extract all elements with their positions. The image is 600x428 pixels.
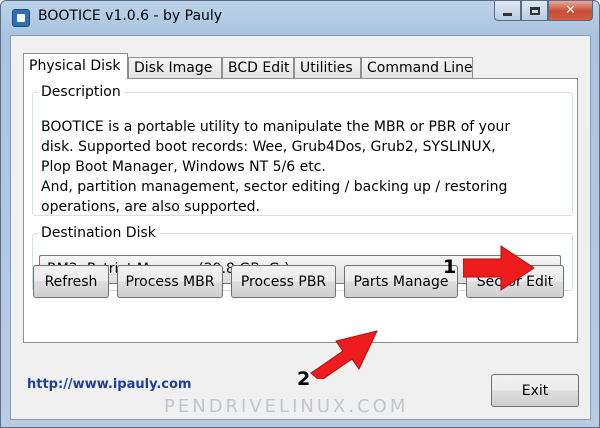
website-link[interactable]: http://www.ipauly.com — [27, 377, 191, 392]
annotation-arrow-2 — [310, 330, 378, 379]
destination-disk-legend: Destination Disk — [41, 225, 156, 241]
tab-utilities[interactable]: Utilities — [294, 57, 361, 78]
close-icon: ✕ — [565, 3, 576, 18]
parts-manage-button[interactable]: Parts Manage — [344, 265, 458, 298]
minimize-button[interactable] — [494, 1, 521, 21]
tab-physical-disk[interactable]: Physical Disk — [23, 53, 128, 79]
annotation-marker-1: 1 — [443, 256, 457, 278]
watermark: PENDRIVELINUX.COM — [164, 396, 409, 417]
annotation-arrow-1 — [463, 245, 535, 291]
maximize-button[interactable] — [521, 1, 548, 21]
annotation-arrow-2-shape — [310, 330, 378, 379]
annotation-arrow-1-shape — [463, 245, 535, 291]
window-client-area: Physical Disk Disk Image BCD Edit Utilit… — [10, 35, 591, 420]
description-text: BOOTICE is a portable utility to manipul… — [41, 117, 561, 217]
bootice-app-icon — [12, 9, 30, 27]
caption-buttons: ✕ — [494, 1, 593, 21]
description-line: operations, are also supported. — [41, 199, 260, 215]
physical-disk-panel: Description BOOTICE is a portable utilit… — [23, 78, 578, 343]
process-mbr-button[interactable]: Process MBR — [117, 265, 223, 298]
description-legend: Description — [41, 84, 121, 100]
refresh-button[interactable]: Refresh — [33, 265, 109, 298]
description-line: Plop Boot Manager, Windows NT 5/6 etc. — [41, 159, 326, 175]
exit-button[interactable]: Exit — [491, 374, 579, 407]
maximize-icon — [529, 6, 540, 15]
description-line: disk. Supported boot records: Wee, Grub4… — [41, 139, 496, 155]
tab-bcd-edit[interactable]: BCD Edit — [222, 57, 294, 78]
tab-command-line[interactable]: Command Line — [361, 57, 473, 78]
description-line: BOOTICE is a portable utility to manipul… — [41, 119, 511, 135]
window-title: BOOTICE v1.0.6 - by Pauly — [38, 8, 223, 24]
close-button[interactable]: ✕ — [548, 1, 593, 21]
minimize-icon — [503, 12, 512, 16]
description-group: Description BOOTICE is a portable utilit… — [32, 84, 573, 216]
process-pbr-button[interactable]: Process PBR — [231, 265, 336, 298]
title-bar[interactable]: BOOTICE v1.0.6 - by Pauly ✕ — [1, 1, 600, 35]
tab-disk-image[interactable]: Disk Image — [128, 57, 222, 78]
bootice-window: BOOTICE v1.0.6 - by Pauly ✕ Physical Dis… — [0, 0, 600, 428]
description-line: And, partition management, sector editin… — [41, 179, 508, 195]
